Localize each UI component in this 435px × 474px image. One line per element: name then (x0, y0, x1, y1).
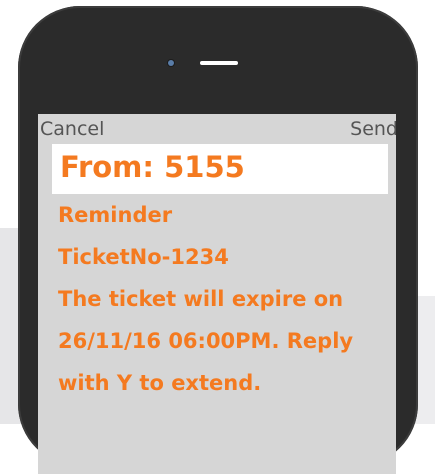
sender-label: From: 5155 (60, 150, 245, 184)
camera-icon (168, 60, 174, 66)
message-line: with Y to extend. (58, 371, 262, 395)
message-line: TicketNo-1234 (58, 245, 229, 269)
send-button[interactable]: Send (350, 118, 396, 140)
speaker-grille (200, 61, 238, 65)
message-line: Reminder (58, 203, 173, 227)
message-toolbar: Cancel Send (38, 114, 396, 144)
phone-frame: Cancel Send From: 5155 Reminder TicketNo… (18, 6, 418, 474)
cancel-button[interactable]: Cancel (40, 118, 104, 140)
message-line: The ticket will expire on (58, 287, 344, 311)
message-line: 26/11/16 06:00PM. Reply (58, 329, 354, 353)
message-body: Reminder TicketNo-1234 The ticket will e… (58, 194, 388, 404)
phone-screen: Cancel Send From: 5155 Reminder TicketNo… (38, 114, 396, 474)
sender-field: From: 5155 (52, 144, 388, 194)
